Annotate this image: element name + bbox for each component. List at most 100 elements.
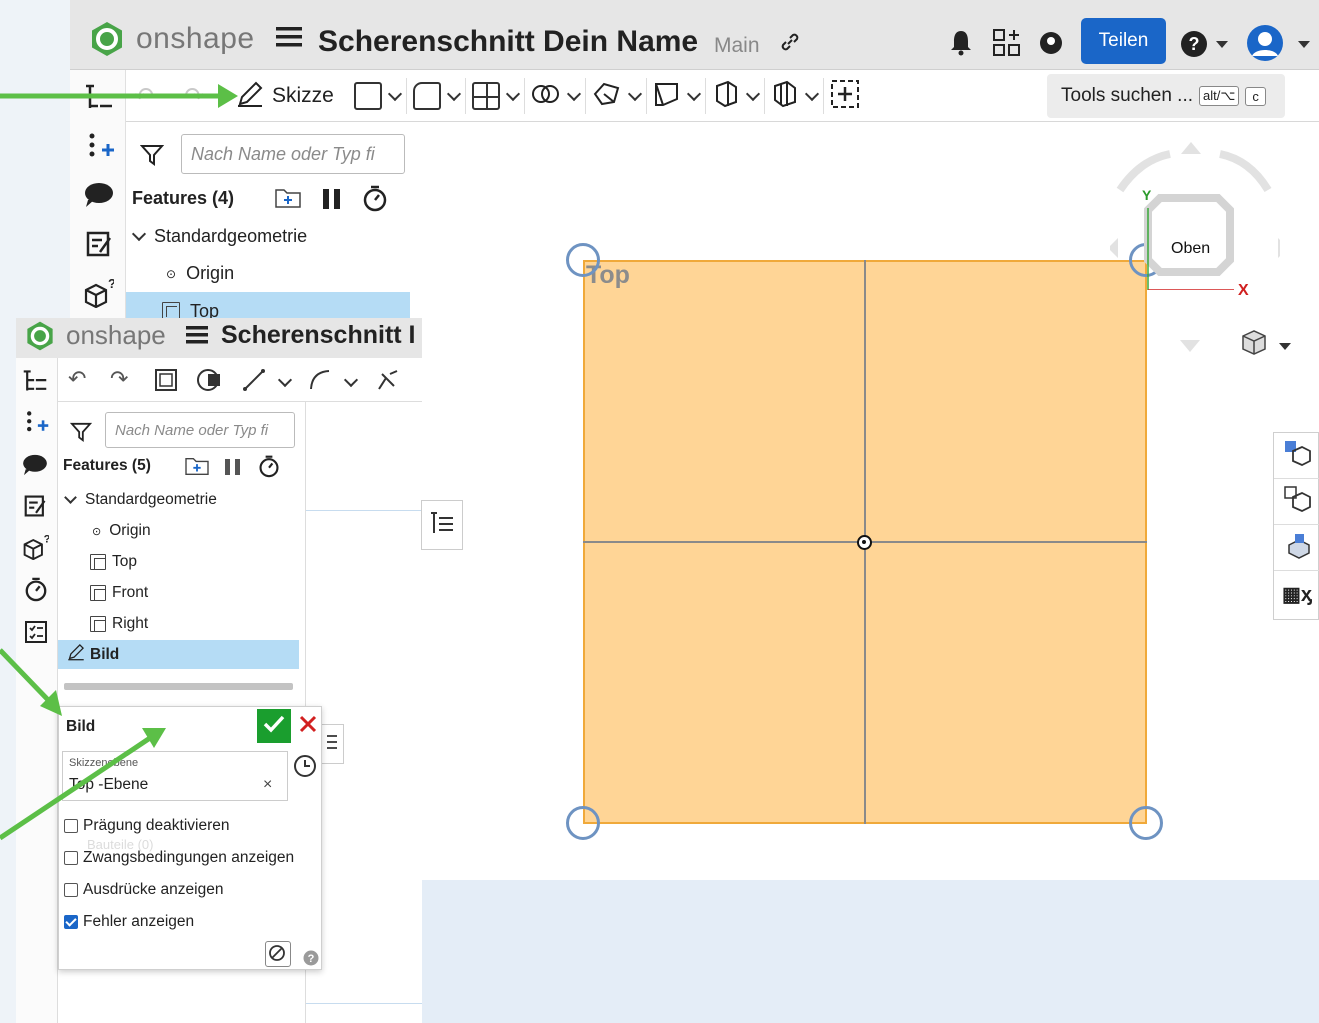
undo-icon[interactable]: ↶ [134, 82, 154, 111]
help-icon[interactable]: ? [1180, 30, 1208, 63]
add-folder-icon[interactable] [184, 455, 210, 482]
feature-list-icon[interactable] [22, 368, 48, 399]
insert-icon[interactable] [86, 132, 116, 167]
checkbox-checked[interactable] [64, 915, 78, 929]
user-avatar-icon[interactable] [1246, 24, 1284, 67]
origin-point[interactable] [857, 535, 872, 550]
sketch-inspect-icon[interactable] [265, 941, 291, 967]
view-options-chevron-icon[interactable] [1279, 338, 1291, 356]
variables-button[interactable]: ▦ᶍ [1274, 571, 1319, 617]
undo-icon[interactable]: ↶ [68, 366, 86, 392]
chevron-down-icon[interactable] [131, 226, 147, 241]
chevron-down-icon[interactable] [505, 86, 521, 101]
notification-bell-icon[interactable] [948, 28, 974, 61]
transform-tool[interactable] [586, 78, 647, 114]
document-title[interactable]: Scherenschnitt I [221, 321, 422, 350]
clear-field-icon[interactable]: × [263, 776, 272, 794]
chevron-down-icon[interactable] [686, 86, 702, 101]
trim-tool-icon[interactable] [376, 368, 400, 397]
user-chevron-icon[interactable] [1298, 36, 1310, 54]
filter-icon[interactable] [69, 422, 93, 447]
front-tree-item-bild[interactable]: Bild [58, 640, 299, 669]
release-icon[interactable] [86, 230, 114, 263]
feature-list-icon[interactable] [84, 82, 114, 117]
sketch-plane-field[interactable]: Skizzenebene Top -Ebene × [62, 751, 288, 801]
chevron-down-icon[interactable] [277, 372, 293, 388]
accept-button[interactable] [257, 709, 291, 743]
boolean-tool[interactable] [525, 78, 586, 114]
back-tree-group-standard[interactable]: Standardgeometrie [131, 226, 307, 247]
checkbox[interactable] [64, 819, 78, 833]
plane-corner-handle[interactable] [566, 806, 600, 840]
cancel-button[interactable] [299, 715, 317, 738]
pause-icon[interactable] [322, 188, 342, 215]
link-icon[interactable] [778, 30, 802, 59]
learning-center-icon[interactable] [1038, 30, 1064, 61]
parts-icon[interactable]: ? [82, 276, 116, 313]
back-feature-search-input[interactable]: Nach Name oder Typ fi [181, 134, 405, 174]
share-button[interactable]: Teilen [1081, 18, 1166, 64]
checkbox[interactable] [64, 851, 78, 865]
help-icon[interactable]: ? [303, 950, 319, 971]
back-tree-item-origin[interactable]: ⊙ Origin [166, 263, 234, 284]
parts-icon[interactable]: ? [21, 534, 51, 565]
stopwatch-icon[interactable] [362, 184, 388, 217]
part-tool[interactable] [706, 78, 765, 114]
front-feature-search-input[interactable]: Nach Name oder Typ fi [105, 412, 295, 448]
measure-button[interactable] [1274, 525, 1319, 571]
branch-label[interactable]: Main [714, 34, 760, 58]
chevron-down-icon[interactable] [627, 86, 643, 101]
chevron-down-icon[interactable] [446, 86, 462, 101]
stopwatch-icon[interactable] [258, 454, 280, 483]
front-tree-group-standard[interactable]: Standardgeometrie [64, 491, 217, 509]
hamburger-menu-icon[interactable] [276, 26, 302, 53]
option-expressions[interactable]: Ausdrücke anzeigen [64, 881, 223, 899]
comments-icon[interactable] [22, 454, 48, 481]
sheetmetal-tool[interactable] [765, 78, 824, 114]
hamburger-menu-icon[interactable] [186, 326, 208, 349]
option-constraints[interactable]: Zwangsbedingungen anzeigen [64, 849, 294, 867]
redo-icon[interactable]: ↷ [184, 82, 204, 111]
document-title[interactable]: Scherenschnitt Dein Name [318, 25, 698, 59]
view-cube[interactable]: Oben [1108, 140, 1288, 291]
line-tool-icon[interactable] [242, 368, 266, 397]
release-icon[interactable] [24, 494, 48, 523]
chevron-down-icon[interactable] [387, 86, 403, 101]
chevron-down-icon[interactable] [64, 491, 77, 504]
add-custom-tool[interactable] [824, 78, 866, 114]
extrude-icon[interactable] [154, 368, 178, 397]
option-embossing[interactable]: Prägung deaktivieren [64, 817, 230, 835]
checklist-icon[interactable] [24, 620, 48, 649]
chevron-down-icon[interactable] [566, 86, 582, 101]
appearance-panel-button[interactable] [1274, 433, 1319, 479]
view-cube-down-arrow-icon[interactable] [1178, 338, 1202, 359]
pause-icon[interactable] [224, 458, 242, 481]
fillet-tool[interactable] [407, 78, 466, 114]
view-options-cube-icon[interactable] [1240, 328, 1268, 361]
tools-search-box[interactable]: Tools suchen ... alt/⌥ c [1047, 74, 1285, 118]
front-tree-item-right[interactable]: Right [90, 615, 148, 633]
add-folder-icon[interactable] [274, 186, 302, 215]
extrude-tool[interactable] [348, 78, 407, 114]
chevron-down-icon[interactable] [343, 372, 359, 388]
plane-corner-handle[interactable] [566, 243, 600, 277]
redo-icon[interactable]: ↷ [110, 366, 128, 392]
option-errors[interactable]: Fehler anzeigen [64, 913, 194, 931]
checkbox[interactable] [64, 883, 78, 897]
plane-corner-handle[interactable] [1129, 806, 1163, 840]
construction-icon[interactable] [196, 368, 222, 397]
sketch-tool-button[interactable]: Skizze [236, 78, 334, 114]
app-store-icon[interactable] [992, 28, 1022, 63]
filter-icon[interactable] [139, 144, 165, 171]
pattern-tool[interactable] [466, 78, 525, 114]
history-clock-icon[interactable] [292, 753, 318, 784]
stopwatch-icon[interactable] [24, 576, 48, 607]
front-tree-item-front[interactable]: Front [90, 584, 148, 602]
front-tree-item-origin[interactable]: ⊙ Origin [92, 522, 151, 540]
feature-list-toggle-button[interactable] [421, 500, 463, 550]
arc-tool-icon[interactable] [308, 368, 332, 397]
insert-icon[interactable] [24, 410, 50, 441]
chevron-down-icon[interactable] [804, 86, 820, 101]
panel-toggle-button[interactable] [320, 724, 344, 764]
chevron-down-icon[interactable] [745, 86, 761, 101]
